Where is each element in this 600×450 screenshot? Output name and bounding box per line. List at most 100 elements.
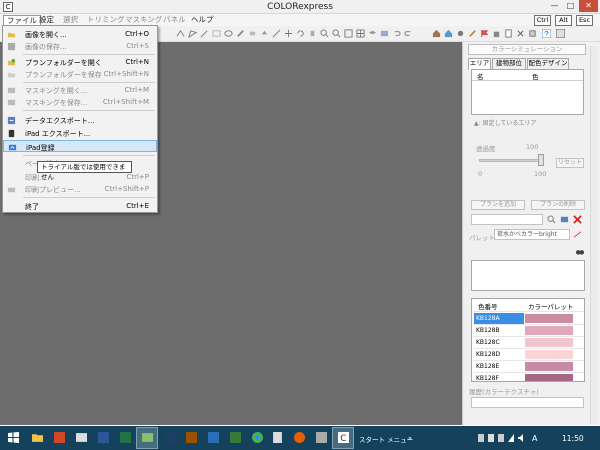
rotate-icon[interactable]	[296, 29, 305, 38]
palette-row[interactable]: KB128D	[473, 349, 584, 360]
scissors-icon[interactable]	[516, 29, 525, 38]
image-icon[interactable]	[380, 29, 389, 38]
hand-tool-icon[interactable]	[308, 29, 317, 38]
menu-item-open-masking[interactable]: マスキングを開く... Ctrl+M	[3, 84, 157, 96]
power-icon[interactable]	[498, 434, 504, 442]
network-icon[interactable]	[478, 434, 484, 442]
app-icon-gray[interactable]	[316, 432, 327, 443]
menu-item-data-export[interactable]: データエクスポート...	[3, 114, 157, 126]
reset-button[interactable]: リセット	[556, 158, 584, 168]
flag-icon[interactable]	[480, 29, 489, 38]
redo-icon[interactable]	[404, 29, 413, 38]
tab-color-design[interactable]: 配色デザイン	[527, 58, 569, 69]
tab-building-part[interactable]: 建物部位	[492, 58, 526, 69]
menu-item-save-plan-folder[interactable]: プランフォルダーを保存 Ctrl+Shift+N	[3, 68, 157, 80]
minimize-button[interactable]: —	[547, 0, 562, 12]
maximize-button[interactable]: □	[563, 0, 578, 12]
esc-key-button[interactable]: Esc	[576, 15, 593, 26]
flag-tray-icon[interactable]	[488, 434, 494, 442]
menu-item-ipad-register[interactable]: iPad登録	[3, 140, 157, 152]
ime-indicator[interactable]: A	[532, 434, 537, 443]
polygon-tool-icon[interactable]	[188, 29, 197, 38]
binoculars-icon[interactable]	[575, 247, 585, 256]
grid-icon[interactable]	[356, 29, 365, 38]
layers-icon[interactable]	[368, 29, 377, 38]
add-plan-button[interactable]: プランを追加	[471, 200, 525, 210]
palette-select[interactable]: 荷水かべカラーbright	[494, 229, 570, 240]
menu-help[interactable]: ヘルプ	[188, 15, 217, 26]
undo-icon[interactable]	[392, 29, 401, 38]
search-icon[interactable]	[547, 215, 556, 224]
plan-copy-icon[interactable]	[560, 215, 569, 224]
area-list[interactable]: 名 色	[471, 69, 584, 115]
ellipse-select-icon[interactable]	[224, 29, 233, 38]
zoom-out-icon[interactable]	[332, 29, 341, 38]
tools-icon[interactable]	[468, 29, 477, 38]
palette-row[interactable]: KB128C	[473, 337, 584, 348]
transparency-slider-thumb[interactable]	[538, 154, 544, 166]
fit-icon[interactable]	[344, 29, 353, 38]
transparency-slider-track[interactable]	[479, 159, 543, 162]
alt-key-button[interactable]: Alt	[555, 15, 572, 26]
line-tool-icon[interactable]	[272, 29, 281, 38]
palette-row[interactable]: KB128B	[473, 325, 584, 336]
settings-icon[interactable]	[456, 29, 465, 38]
menu-item-open-plan-folder[interactable]: プランフォルダーを開く Ctrl+N	[3, 56, 157, 68]
close-button[interactable]: ✕	[579, 0, 598, 12]
move-icon[interactable]	[284, 29, 293, 38]
help-icon[interactable]	[542, 29, 551, 38]
document-icon[interactable]	[504, 29, 513, 38]
palette-settings-icon[interactable]	[573, 230, 582, 239]
start-menu-label[interactable]: スタート メニュー	[359, 434, 413, 444]
ctrl-key-button[interactable]: Ctrl	[534, 15, 551, 26]
firefox-icon[interactable]	[294, 432, 305, 443]
menu-item-exit[interactable]: 終了 Ctrl+E	[3, 200, 157, 212]
taskbar-chevron[interactable]: »	[408, 434, 412, 442]
app-icon-doc[interactable]	[272, 432, 283, 443]
illustrator-icon[interactable]	[186, 432, 197, 443]
house-color-icon[interactable]	[444, 29, 453, 38]
photoshop-icon[interactable]	[166, 432, 177, 443]
panel-toggle-icon[interactable]	[556, 29, 565, 38]
copy-icon[interactable]	[528, 29, 537, 38]
menu-panel[interactable]: パネル	[160, 15, 189, 26]
menu-item-ipad-export[interactable]: iPad エクスポート...	[3, 127, 157, 139]
plan-select[interactable]	[471, 214, 543, 225]
delete-plan-button[interactable]: プランの削除	[531, 200, 585, 210]
start-button-icon[interactable]	[8, 432, 19, 443]
palette-row[interactable]: KB128A	[473, 313, 584, 324]
rectangle-select-icon[interactable]	[212, 29, 221, 38]
brush-icon[interactable]	[236, 29, 245, 38]
wifi-icon[interactable]	[508, 434, 514, 442]
powerpoint-icon[interactable]	[54, 432, 65, 443]
delete-x-icon[interactable]	[573, 215, 582, 224]
lasso-tool-icon[interactable]	[176, 29, 185, 38]
chrome-icon[interactable]	[252, 432, 263, 443]
trash-icon[interactable]	[492, 29, 501, 38]
palette-row[interactable]: KB128F	[473, 373, 584, 381]
zoom-in-icon[interactable]	[320, 29, 329, 38]
menu-item-print-preview[interactable]: 印刷プレビュー... Ctrl+Shift+P	[3, 183, 157, 195]
history-select[interactable]	[471, 397, 584, 408]
print-preview-icon	[7, 187, 16, 193]
magic-wand-icon[interactable]	[200, 29, 209, 38]
excel-icon[interactable]	[120, 432, 131, 443]
menu-item-open-image[interactable]: 画像を開く... Ctrl+O	[3, 28, 157, 40]
volume-icon[interactable]	[518, 434, 524, 442]
eraser-icon[interactable]	[248, 29, 257, 38]
colorexpress-taskbar-icon[interactable]: C	[338, 432, 349, 443]
app-icon-blue[interactable]	[208, 432, 219, 443]
home-icon[interactable]	[432, 29, 441, 38]
explorer-icon[interactable]	[76, 432, 87, 443]
menu-item-save-image[interactable]: 画像の保存... Ctrl+S	[3, 40, 157, 52]
clock[interactable]: 11:50	[562, 434, 584, 443]
palette-row[interactable]: KB128E	[473, 361, 584, 372]
menu-item-save-masking[interactable]: マスキングを保存... Ctrl+Shift+M	[3, 96, 157, 108]
photo-viewer-icon[interactable]	[142, 432, 153, 443]
word-icon[interactable]	[98, 432, 109, 443]
dreamweaver-icon[interactable]	[230, 432, 241, 443]
fill-icon[interactable]	[260, 29, 269, 38]
panel-scrollbar[interactable]	[590, 46, 597, 424]
file-explorer-icon[interactable]	[32, 432, 43, 443]
palette-table[interactable]: 色番号 カラーパレット KB128A KB128B KB128C KB128D KB12…	[471, 298, 585, 382]
